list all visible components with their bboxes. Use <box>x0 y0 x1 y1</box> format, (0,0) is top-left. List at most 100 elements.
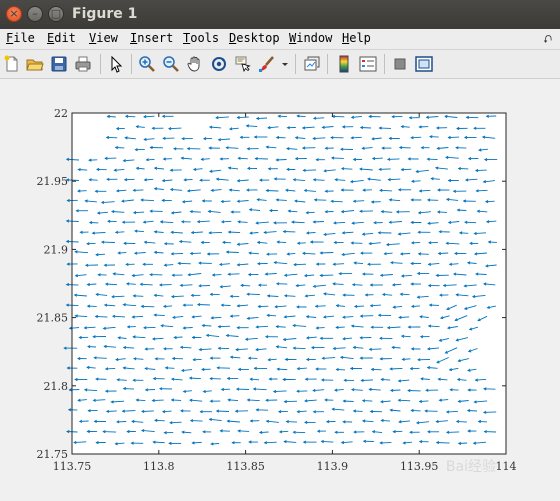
vector-arrow <box>284 400 297 403</box>
minimize-window-button[interactable]: – <box>27 6 43 22</box>
vector-arrow <box>369 348 382 350</box>
vector-arrow <box>218 325 231 328</box>
x-tick-label: 113.9 <box>317 460 349 473</box>
vector-arrow <box>475 169 487 172</box>
vector-arrow <box>197 304 210 306</box>
menu-tools[interactable]: Tools <box>183 31 219 45</box>
rotate-3d-icon[interactable] <box>209 54 229 74</box>
print-icon[interactable] <box>73 54 93 74</box>
vector-arrow <box>398 399 411 402</box>
vector-arrow <box>313 221 324 223</box>
vector-arrow <box>387 158 400 160</box>
vector-arrow <box>293 347 306 350</box>
open-file-icon[interactable] <box>25 54 45 74</box>
vector-arrow <box>66 220 79 222</box>
menu-edit[interactable]: Edit <box>47 31 76 45</box>
menu-window[interactable]: Window <box>289 31 332 45</box>
save-icon[interactable] <box>49 54 69 74</box>
vector-arrow <box>379 168 391 170</box>
vector-arrow <box>388 178 401 181</box>
vector-arrow <box>331 200 343 203</box>
toolbar-separator <box>131 54 132 74</box>
new-figure-icon[interactable] <box>2 54 22 74</box>
vector-arrow <box>276 159 287 161</box>
menu-help[interactable]: Help <box>342 31 371 45</box>
window-title: Figure 1 <box>72 6 138 22</box>
vector-arrow <box>168 127 182 130</box>
vector-arrow <box>152 399 164 402</box>
window-titlebar: × – □ Figure 1 <box>0 0 560 29</box>
vector-arrow <box>228 273 240 275</box>
colorbar-icon[interactable] <box>334 54 354 74</box>
menu-insert[interactable]: Insert <box>130 31 173 45</box>
brush-dropdown-icon[interactable] <box>280 54 290 74</box>
x-tick-label: 114 <box>496 460 517 473</box>
toolbar-separator <box>384 54 385 74</box>
y-tick-label: 22 <box>54 107 68 120</box>
data-cursor-icon[interactable] <box>233 54 253 74</box>
pan-hand-icon[interactable] <box>185 54 205 74</box>
show-plot-tools-icon[interactable] <box>414 54 434 74</box>
close-window-button[interactable]: × <box>6 6 22 22</box>
vector-arrow <box>380 189 392 192</box>
brush-icon[interactable] <box>257 54 277 74</box>
figure-canvas: 113.75 113.8 113.85 113.9 113.95 114 21.75 21.8… <box>0 79 560 501</box>
maximize-window-button[interactable]: □ <box>48 6 64 22</box>
vector-arrow <box>190 252 202 255</box>
y-tick-label: 21.95 <box>37 175 69 188</box>
vector-arrow <box>446 431 460 433</box>
vector-arrow <box>171 295 184 298</box>
menu-view[interactable]: View <box>89 31 118 45</box>
vector-arrow <box>361 379 374 381</box>
vector-arrow <box>483 411 497 413</box>
vector-arrow <box>331 157 344 159</box>
edit-plot-arrow-icon[interactable] <box>106 54 126 74</box>
vector-arrow <box>294 263 307 266</box>
vector-arrow <box>180 284 193 286</box>
menu-file[interactable]: File <box>6 31 35 45</box>
vector-arrow <box>448 136 460 139</box>
vector-arrow <box>390 367 403 370</box>
y-tick-label: 21.85 <box>37 312 69 325</box>
vector-arrow <box>190 420 203 422</box>
vector-arrow <box>475 273 487 275</box>
vector-arrow <box>178 262 191 265</box>
menu-desktop[interactable]: Desktop <box>229 31 280 45</box>
watermark-text: Bai经验 <box>446 459 496 475</box>
vector-arrow <box>264 441 277 444</box>
vector-arrow <box>66 284 79 286</box>
toolbar-separator <box>295 54 296 74</box>
zoom-in-icon[interactable] <box>137 54 157 74</box>
vector-arrow <box>171 252 184 255</box>
vector-arrow <box>464 221 477 224</box>
vector-arrow <box>66 240 79 243</box>
vector-arrow <box>266 190 279 192</box>
y-tick-label: 21.9 <box>44 243 69 256</box>
x-tick-label: 113.8 <box>143 460 175 473</box>
menu-bar: File Edit View Insert Tools Desktop Wind… <box>0 29 560 50</box>
figure-toolbar <box>0 50 560 79</box>
quiver-plot[interactable]: 113.75 113.8 113.85 113.9 113.95 114 21.75 21.8… <box>0 79 560 501</box>
vector-arrow <box>94 357 107 359</box>
link-plot-icon[interactable] <box>302 54 322 74</box>
hide-plot-tools-icon[interactable] <box>390 54 410 74</box>
y-tick-label: 21.8 <box>44 380 69 393</box>
vector-arrow <box>122 410 136 412</box>
axes-background <box>72 113 506 454</box>
toolbar-separator <box>100 54 101 74</box>
vector-arrow <box>237 116 249 119</box>
vector-arrow <box>216 410 230 412</box>
legend-icon[interactable] <box>358 54 378 74</box>
vector-arrow <box>103 431 117 433</box>
x-tick-label: 113.95 <box>400 460 439 473</box>
vector-arrow <box>226 251 239 253</box>
zoom-out-icon[interactable] <box>161 54 181 74</box>
x-tick-label: 113.75 <box>53 460 92 473</box>
menu-overflow-icon[interactable]: ⮏ <box>543 31 552 50</box>
vector-arrow <box>303 169 317 171</box>
y-tick-label: 21.75 <box>37 448 69 461</box>
x-tick-label: 113.85 <box>226 460 265 473</box>
vector-arrow <box>228 231 241 234</box>
vector-arrow <box>141 305 155 308</box>
vector-arrow <box>141 410 154 412</box>
